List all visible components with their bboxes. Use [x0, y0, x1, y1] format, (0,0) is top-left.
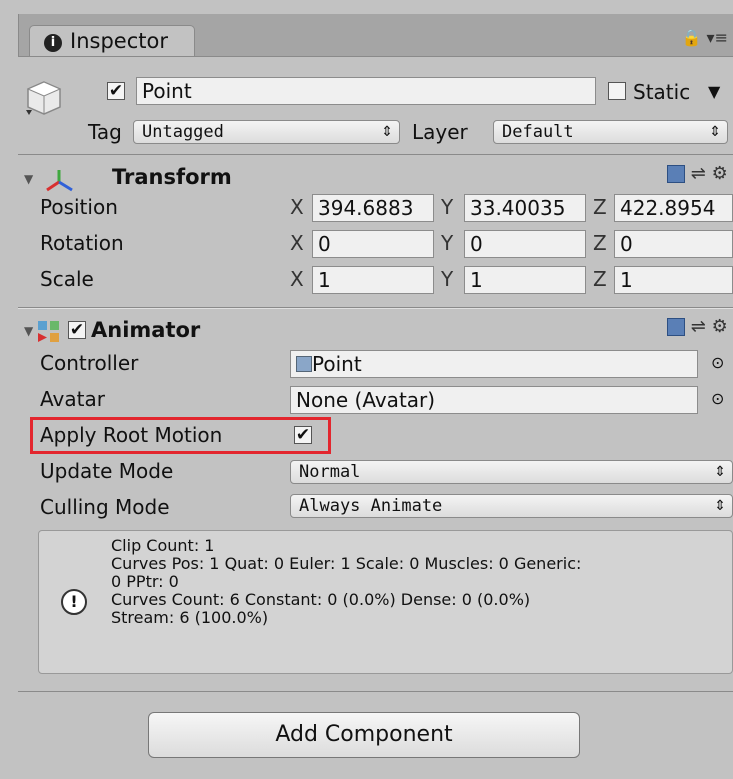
layer-value: Default: [502, 122, 574, 142]
axis-x-label[interactable]: X: [290, 266, 304, 292]
tab-bar: i Inspector 🔒 ▾≡: [18, 14, 733, 56]
lock-menu-icon[interactable]: 🔒 ▾≡: [682, 28, 728, 47]
foldout-arrow-icon[interactable]: ▼: [24, 172, 33, 186]
transform-header-icons[interactable]: ⇌ ⚙: [667, 163, 728, 184]
layer-label: Layer: [412, 120, 468, 144]
divider: [18, 56, 733, 57]
axis-z-label[interactable]: Z: [593, 194, 607, 220]
settings-gear-icon[interactable]: ⚙: [712, 316, 728, 337]
add-component-button[interactable]: Add Component: [148, 712, 580, 758]
tag-label: Tag: [88, 120, 122, 144]
animator-title: Animator: [91, 318, 201, 342]
scale-z-field[interactable]: 1: [614, 266, 733, 294]
scale-x-field[interactable]: 1: [312, 266, 434, 294]
avatar-field[interactable]: None (Avatar): [290, 386, 698, 414]
position-label: Position: [40, 195, 118, 219]
rotation-label: Rotation: [40, 231, 124, 255]
layer-dropdown[interactable]: Default ⇕: [493, 120, 728, 144]
axis-x-label[interactable]: X: [290, 230, 304, 256]
active-checkbox[interactable]: ✔: [107, 82, 125, 100]
dropdown-arrows-icon: ⇕: [381, 124, 393, 140]
dropdown-arrows-icon: ⇕: [709, 124, 721, 140]
settings-gear-icon[interactable]: ⚙: [712, 163, 728, 184]
controller-label: Controller: [40, 351, 139, 375]
animator-enabled-checkbox[interactable]: ✔: [68, 321, 86, 339]
help-book-icon[interactable]: [667, 318, 685, 336]
dropdown-arrows-icon: ⇕: [714, 464, 726, 480]
culling-mode-value: Always Animate: [299, 496, 443, 516]
rotation-y-field[interactable]: 0: [464, 230, 586, 258]
tab-title: Inspector: [70, 29, 168, 53]
culling-mode-label: Culling Mode: [40, 495, 170, 519]
controller-field[interactable]: Point: [290, 350, 698, 378]
tab-inspector[interactable]: i Inspector: [29, 25, 195, 56]
inspector-panel: i Inspector 🔒 ▾≡ ✔ Point Static ▼ Tag Unt…: [0, 0, 733, 779]
scale-label: Scale: [40, 267, 94, 291]
tag-value: Untagged: [142, 122, 224, 142]
highlight-box: [30, 417, 331, 454]
preset-icon[interactable]: ⇌: [691, 163, 706, 184]
info-icon: i: [44, 34, 62, 52]
gameobject-cube-icon: [26, 81, 62, 115]
divider: [18, 154, 733, 155]
static-checkbox[interactable]: [608, 82, 626, 100]
axis-y-label[interactable]: Y: [441, 230, 453, 256]
axis-x-label[interactable]: X: [290, 194, 304, 220]
animator-header-icons[interactable]: ⇌ ⚙: [667, 316, 728, 337]
static-label: Static: [633, 80, 691, 104]
avatar-label: Avatar: [40, 387, 105, 411]
axis-z-label[interactable]: Z: [593, 230, 607, 256]
animator-info-text: Clip Count: 1 Curves Pos: 1 Quat: 0 Eule…: [111, 536, 582, 627]
position-x-field[interactable]: 394.6883: [312, 194, 434, 222]
dropdown-arrows-icon: ⇕: [714, 498, 726, 514]
transform-title: Transform: [112, 165, 232, 189]
object-picker-icon[interactable]: ⊙: [711, 386, 724, 412]
axis-z-label[interactable]: Z: [593, 266, 607, 292]
axis-y-label[interactable]: Y: [441, 194, 453, 220]
update-mode-value: Normal: [299, 462, 361, 482]
divider: [18, 691, 733, 692]
info-warning-icon: !: [61, 589, 87, 615]
axis-y-label[interactable]: Y: [441, 266, 453, 292]
help-book-icon[interactable]: [667, 165, 685, 183]
static-dropdown-icon[interactable]: ▼: [708, 79, 720, 105]
update-mode-dropdown[interactable]: Normal ⇕: [290, 460, 733, 484]
position-y-field[interactable]: 33.40035: [464, 194, 586, 222]
controller-value: Point: [312, 352, 362, 376]
preset-icon[interactable]: ⇌: [691, 316, 706, 337]
object-name-field[interactable]: Point: [136, 77, 596, 105]
animator-icon: [38, 321, 59, 342]
foldout-arrow-icon[interactable]: ▼: [24, 324, 33, 338]
update-mode-label: Update Mode: [40, 459, 174, 483]
object-picker-icon[interactable]: ⊙: [711, 350, 724, 376]
tag-dropdown[interactable]: Untagged ⇕: [133, 120, 400, 144]
scale-y-field[interactable]: 1: [464, 266, 586, 294]
animator-controller-icon: [296, 356, 312, 372]
rotation-z-field[interactable]: 0: [614, 230, 733, 258]
transform-icon: [46, 170, 73, 192]
culling-mode-dropdown[interactable]: Always Animate ⇕: [290, 494, 733, 518]
animator-info-box: ! Clip Count: 1 Curves Pos: 1 Quat: 0 Eu…: [38, 530, 733, 674]
position-z-field[interactable]: 422.8954: [614, 194, 733, 222]
rotation-x-field[interactable]: 0: [312, 230, 434, 258]
divider: [18, 308, 733, 309]
